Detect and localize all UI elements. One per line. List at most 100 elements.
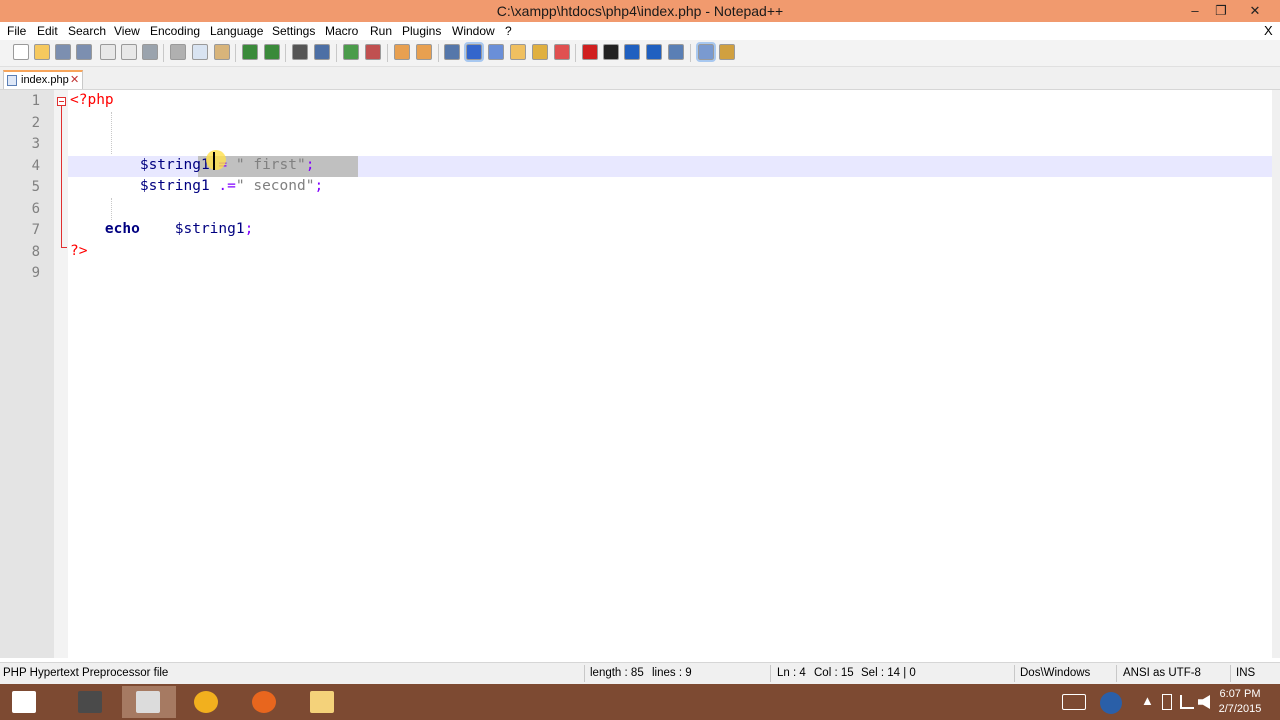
indent-guide-icon[interactable] <box>488 44 504 60</box>
document-map-icon[interactable] <box>532 44 548 60</box>
save-icon[interactable] <box>55 44 71 60</box>
find-icon[interactable] <box>292 44 308 60</box>
toolbar-separator <box>235 44 236 62</box>
fold-range-end <box>61 247 67 248</box>
plugin-tool-icon[interactable] <box>719 44 735 60</box>
line-number: 3 <box>31 136 40 152</box>
run-multiple-macro-icon[interactable] <box>646 44 662 60</box>
network-icon[interactable] <box>1180 695 1194 709</box>
status-divider <box>1116 665 1117 682</box>
toolbar <box>0 40 1280 67</box>
undo-icon[interactable] <box>242 44 258 60</box>
taskbar-app-notepadpp[interactable] <box>122 686 176 718</box>
sync-vertical-icon[interactable] <box>394 44 410 60</box>
tab-label: index.php <box>21 74 69 86</box>
code-token: echo <box>104 221 140 237</box>
save-all-icon[interactable] <box>76 44 92 60</box>
code-line[interactable]: ?> <box>70 243 87 264</box>
menu-plugins[interactable]: Plugins <box>402 24 441 38</box>
fold-collapse-icon[interactable] <box>57 97 66 106</box>
status-divider <box>1230 665 1231 682</box>
close-window-button[interactable]: ✕ <box>1240 0 1270 22</box>
code-line[interactable]: $string1 .=" second"; <box>70 178 323 199</box>
code-line[interactable]: $string1 = " first"; <box>70 157 315 178</box>
taskbar-app-firefox[interactable] <box>238 686 292 718</box>
maximize-button[interactable]: ❐ <box>1206 0 1236 22</box>
help-icon[interactable] <box>1100 692 1122 714</box>
menu-encoding[interactable]: Encoding <box>150 24 200 38</box>
windows-taskbar: ▲ <box>0 684 1280 720</box>
menu-help[interactable]: ? <box>505 24 512 38</box>
redo-icon[interactable] <box>264 44 280 60</box>
menu-language[interactable]: Language <box>210 24 263 38</box>
line-number: 9 <box>31 265 40 281</box>
replace-icon[interactable] <box>314 44 330 60</box>
stop-record-icon[interactable] <box>603 44 619 60</box>
menu-run[interactable]: Run <box>370 24 392 38</box>
toolbar-separator <box>690 44 691 62</box>
code-token: .= <box>218 178 236 194</box>
print-icon[interactable] <box>142 44 158 60</box>
word-wrap-icon[interactable] <box>444 44 460 60</box>
taskbar-app-sublime[interactable] <box>64 686 118 718</box>
code-line[interactable]: <?php <box>70 92 114 113</box>
zoom-in-icon[interactable] <box>343 44 359 60</box>
close-icon[interactable] <box>100 44 116 60</box>
code-line[interactable]: echo $string1; <box>70 221 253 242</box>
tray-chevron-icon[interactable]: ▲ <box>1141 693 1154 708</box>
indent-guide <box>111 112 112 154</box>
user-language-icon[interactable] <box>510 44 526 60</box>
menu-file[interactable]: File <box>7 24 26 38</box>
close-all-icon[interactable] <box>121 44 137 60</box>
taskbar-app-chrome[interactable] <box>180 686 234 718</box>
clock-time[interactable]: 6:07 PM <box>1218 688 1262 700</box>
code-token: <?php <box>70 92 114 108</box>
spell-check-icon[interactable] <box>696 42 716 62</box>
chrome-icon <box>194 691 218 713</box>
menu-settings[interactable]: Settings <box>272 24 315 38</box>
new-file-icon[interactable] <box>13 44 29 60</box>
paste-icon[interactable] <box>214 44 230 60</box>
line-number-gutter <box>0 90 54 658</box>
cut-icon[interactable] <box>170 44 186 60</box>
volume-icon[interactable] <box>1198 695 1210 709</box>
start-button[interactable] <box>0 686 54 718</box>
menu-macro[interactable]: Macro <box>325 24 358 38</box>
tab-close-icon[interactable]: ✕ <box>70 73 79 86</box>
line-number: 8 <box>31 243 40 260</box>
battery-icon[interactable] <box>1162 694 1172 710</box>
save-macro-icon[interactable] <box>668 44 684 60</box>
menu-window[interactable]: Window <box>452 24 495 38</box>
status-divider <box>770 665 771 682</box>
keyboard-icon[interactable] <box>1062 694 1086 710</box>
record-macro-icon[interactable] <box>582 44 598 60</box>
line-number: 2 <box>31 114 40 131</box>
sync-horizontal-icon[interactable] <box>416 44 432 60</box>
status-file-type: PHP Hypertext Preprocessor file <box>3 667 169 679</box>
open-file-icon[interactable] <box>34 44 50 60</box>
show-all-chars-icon[interactable] <box>464 42 484 62</box>
status-encoding[interactable]: ANSI as UTF-8 <box>1123 667 1201 679</box>
vertical-scrollbar[interactable] <box>1272 90 1280 658</box>
line-number: 1 <box>31 93 40 109</box>
function-list-icon[interactable] <box>554 44 570 60</box>
status-divider <box>584 665 585 682</box>
clock-date[interactable]: 2/7/2015 <box>1216 703 1264 715</box>
zoom-out-icon[interactable] <box>365 44 381 60</box>
code-token: ?> <box>70 242 88 259</box>
menu-search[interactable]: Search <box>68 24 106 38</box>
code-editor[interactable]: 1 2 3 4 5 6 7 8 9 <?php $string1 = " first"; $st… <box>0 90 1272 658</box>
menu-edit[interactable]: Edit <box>37 24 58 38</box>
code-token: " second" <box>235 178 315 194</box>
line-number: 4 <box>31 157 40 174</box>
copy-icon[interactable] <box>192 44 208 60</box>
taskbar-app-explorer[interactable] <box>296 686 350 718</box>
close-document-button[interactable]: X <box>1264 23 1273 38</box>
status-insert-mode[interactable]: INS <box>1236 667 1255 679</box>
menu-view[interactable]: View <box>114 24 140 38</box>
tab-index-php[interactable]: index.php ✕ <box>3 70 83 89</box>
status-bar: PHP Hypertext Preprocessor file length :… <box>0 662 1280 684</box>
status-eol-format[interactable]: Dos\Windows <box>1020 667 1090 679</box>
playback-icon[interactable] <box>624 44 640 60</box>
